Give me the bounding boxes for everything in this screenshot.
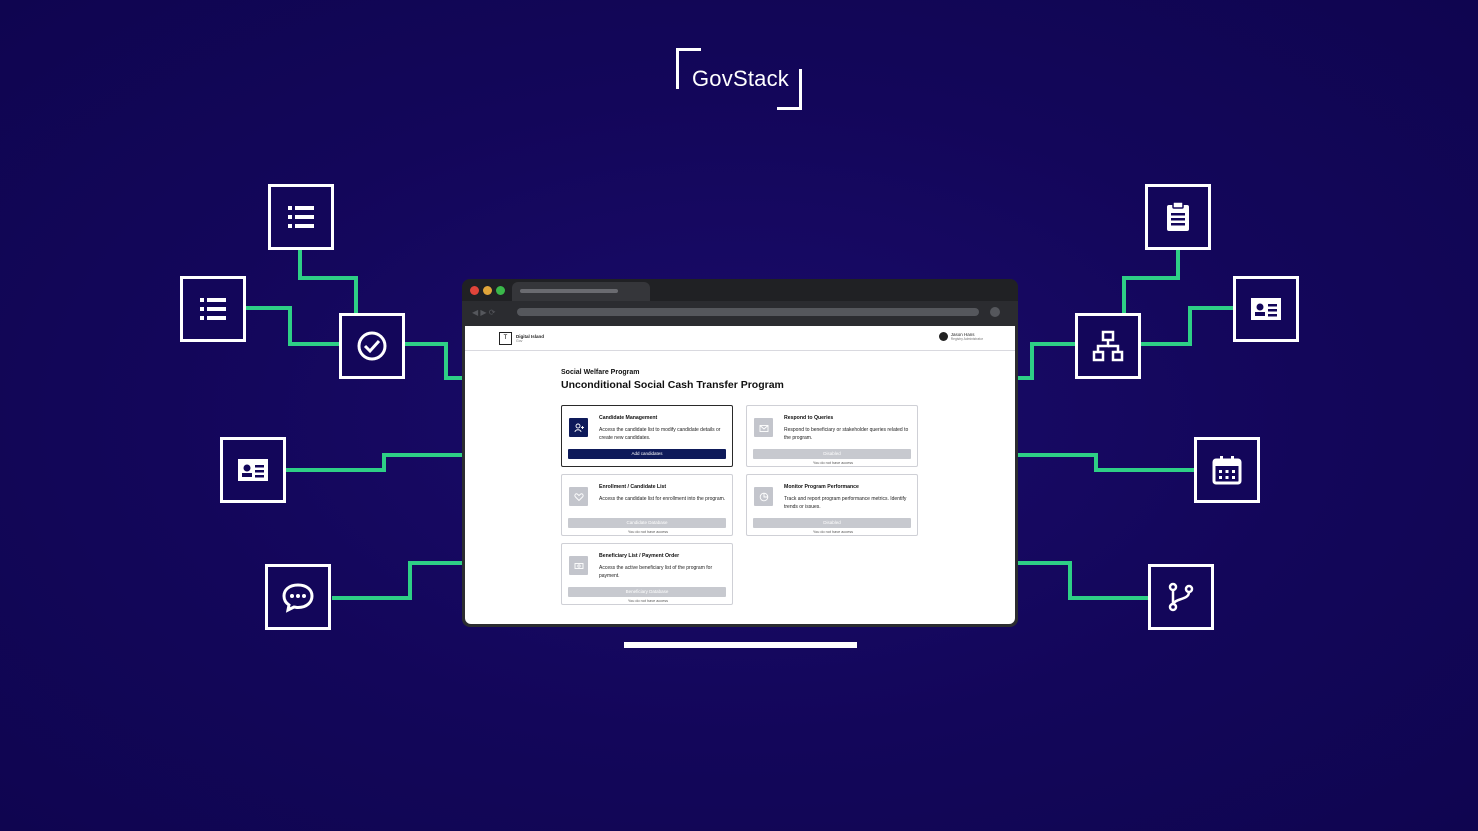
minimize-dot [483, 286, 492, 295]
browser-menu-icon [990, 307, 1000, 317]
card-description: Access the active beneficiary list of th… [599, 565, 713, 579]
calendar-icon [1194, 437, 1260, 503]
app-header: T Digital Island Gov Jason Hans Registry… [465, 326, 1015, 351]
card-title: Monitor Program Performance [784, 484, 859, 490]
cash-icon [569, 556, 588, 575]
brand-sub: Gov [516, 339, 523, 343]
card-respond-queries: Respond to Queries Respond to beneficiar… [746, 405, 918, 467]
card-title: Respond to Queries [784, 415, 834, 421]
card-description: Access the candidate list to modify cand… [599, 427, 721, 441]
access-note: You do not have access [812, 461, 854, 465]
brand: T Digital Island Gov [499, 332, 544, 345]
add-user-icon [569, 418, 588, 437]
avatar [938, 332, 948, 341]
mail-icon [754, 418, 773, 437]
tab-bar [462, 279, 1018, 301]
address-bar [517, 308, 979, 316]
card-title: Candidate Management [599, 415, 658, 421]
card-beneficiary-list: Beneficiary List / Payment Order Access … [561, 543, 733, 605]
add-candidates-button[interactable]: Add candidates [568, 449, 726, 459]
list-icon [180, 276, 246, 342]
page-title: Unconditional Social Cash Transfer Progr… [561, 379, 784, 391]
card-description: Access the candidate list for enrollment… [599, 496, 726, 502]
access-note: You do not have access [812, 530, 854, 534]
branch-icon [1148, 564, 1214, 630]
clipboard-icon [1145, 184, 1211, 250]
browser-tab [512, 282, 650, 301]
browser-window: ◀ ▶ ⟳ T Digital Island Gov Jason Hans Re… [462, 279, 1018, 627]
chat-icon [265, 564, 331, 630]
app-page: T Digital Island Gov Jason Hans Registry… [465, 326, 1015, 624]
id-card-icon [220, 437, 286, 503]
card-title: Enrollment / Candidate List [599, 484, 667, 490]
card-title: Beneficiary List / Payment Order [599, 553, 680, 559]
card-monitor-performance: Monitor Program Performance Track and re… [746, 474, 918, 536]
access-note: You do not have access [627, 530, 669, 534]
list-icon [268, 184, 334, 250]
close-dot [470, 286, 479, 295]
brand-logo-icon: T [499, 332, 512, 345]
user-role: Registry Administrator [950, 337, 983, 341]
card-description: Respond to beneficiary or stakeholder qu… [784, 427, 909, 441]
card-description: Track and report program performance met… [784, 496, 907, 510]
laptop-base [624, 642, 857, 648]
access-note: You do not have access [627, 599, 669, 603]
disabled-button[interactable]: Disabled [753, 449, 911, 459]
program-category: Social Welfare Program [561, 369, 640, 376]
user-menu: Jason Hans Registry Administrator [938, 332, 983, 341]
pie-chart-icon [754, 487, 773, 506]
card-candidate-management: Candidate Management Access the candidat… [561, 405, 733, 467]
nav-arrows-icon: ◀ ▶ ⟳ [472, 308, 496, 317]
candidate-database-button[interactable]: Candidate Database [568, 518, 726, 528]
heart-hand-icon [569, 487, 588, 506]
check-circle-icon [339, 313, 405, 379]
id-card-icon [1233, 276, 1299, 342]
network-icon [1075, 313, 1141, 379]
card-enrollment: Enrollment / Candidate List Access the c… [561, 474, 733, 536]
beneficiary-database-button[interactable]: Beneficiary Database [568, 587, 726, 597]
maximize-dot [496, 286, 505, 295]
disabled-button[interactable]: Disabled [753, 518, 911, 528]
